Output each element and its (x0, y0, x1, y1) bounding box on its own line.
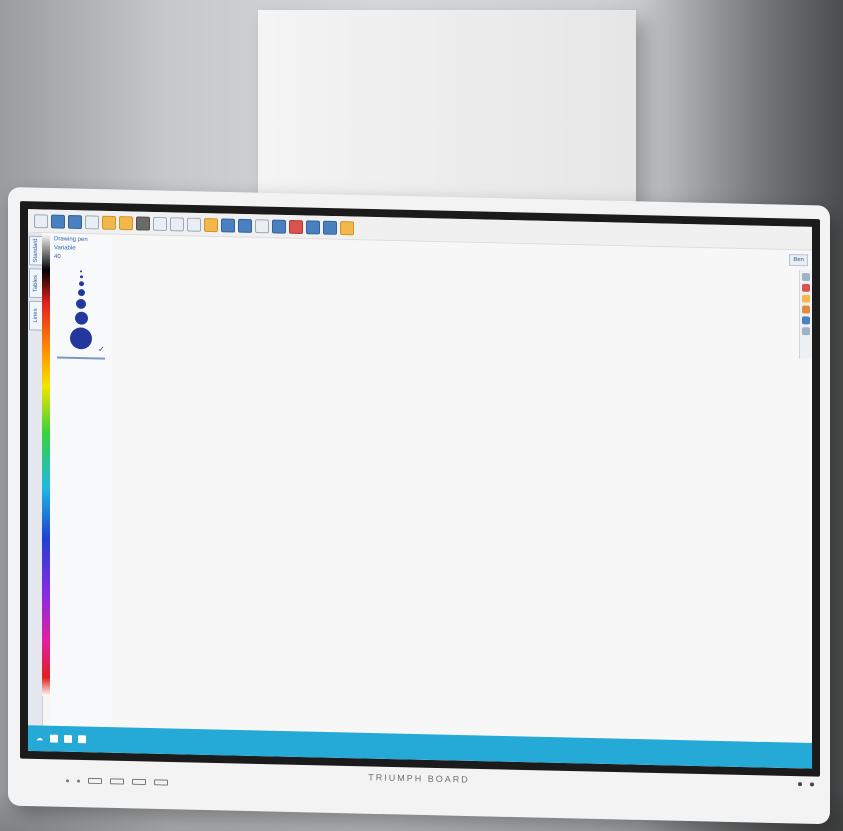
pen-size-5[interactable] (76, 298, 86, 309)
side-tabs: Standard Tables Lines (28, 232, 43, 726)
save-icon[interactable] (68, 214, 82, 229)
side-tab-lines[interactable]: Lines (29, 300, 43, 331)
size-select[interactable]: 40 (54, 254, 108, 261)
side-tab-tables[interactable]: Tables (29, 268, 43, 299)
side-tab-standard[interactable]: Standard (29, 235, 43, 266)
pen-size-4[interactable] (77, 289, 85, 297)
new-page-icon[interactable] (102, 215, 116, 230)
port-led-2 (77, 779, 80, 783)
pen-size-7[interactable] (70, 327, 92, 350)
power-led-icon (798, 782, 802, 787)
zoom-icon[interactable] (63, 734, 72, 743)
opacity-slider[interactable] (57, 356, 105, 360)
table-icon[interactable] (255, 218, 269, 233)
folder-icon[interactable] (119, 215, 133, 230)
record-icon[interactable] (289, 219, 303, 234)
color-spectrum-picker[interactable] (42, 233, 50, 697)
user-chip[interactable]: Ben (789, 253, 808, 267)
search-icon[interactable] (170, 216, 184, 231)
screen: Standard Tables Lines Drawing pen Variab… (28, 209, 812, 769)
screen-icon[interactable] (323, 220, 337, 235)
usb-port (88, 777, 102, 785)
page-icon[interactable] (49, 734, 58, 743)
open-icon[interactable] (85, 214, 99, 229)
whiteboard-canvas[interactable] (112, 234, 800, 743)
text-icon[interactable] (153, 216, 167, 231)
front-ports (66, 777, 168, 786)
line-icon[interactable] (238, 218, 252, 233)
palette-title: Drawing pen (54, 236, 88, 243)
interactive-display: Standard Tables Lines Drawing pen Variab… (8, 187, 830, 825)
print-icon[interactable] (136, 216, 150, 231)
pen-size-1[interactable] (80, 270, 82, 273)
shape-icon[interactable] (802, 316, 810, 325)
palette-mode[interactable]: Variable (54, 245, 108, 252)
menu-icon[interactable] (34, 213, 48, 228)
grid-icon[interactable] (77, 735, 86, 744)
zoom-icon[interactable] (187, 217, 201, 232)
usb-port-2 (110, 778, 124, 785)
port-led (66, 778, 69, 782)
pen-size-3[interactable] (78, 281, 84, 287)
eraser-icon[interactable] (802, 305, 810, 314)
web-icon[interactable] (272, 219, 286, 234)
selected-check-icon: ✓ (98, 344, 105, 354)
power-controls (798, 782, 814, 787)
pen-size-6[interactable] (74, 311, 88, 325)
pen-palette: Drawing pen Variable 40 ✓ (50, 233, 113, 728)
hdmi-port (132, 778, 146, 786)
pointer-icon[interactable] (802, 272, 810, 282)
more-icon[interactable] (802, 327, 810, 336)
screen-bezel: Standard Tables Lines Drawing pen Variab… (20, 201, 820, 777)
image-icon[interactable] (204, 217, 218, 232)
camera-icon[interactable] (306, 219, 320, 234)
usb-c-port (154, 779, 168, 786)
right-tool-strip (799, 269, 812, 359)
undo-icon[interactable] (51, 214, 65, 229)
pen-icon[interactable] (802, 283, 810, 292)
cloud-logo: ☁ (36, 735, 44, 743)
shapes-icon[interactable] (221, 217, 235, 233)
settings-icon[interactable] (340, 220, 354, 235)
pen-size-2[interactable] (79, 275, 83, 279)
power-button-icon[interactable] (810, 782, 814, 787)
highlighter-icon[interactable] (802, 294, 810, 303)
